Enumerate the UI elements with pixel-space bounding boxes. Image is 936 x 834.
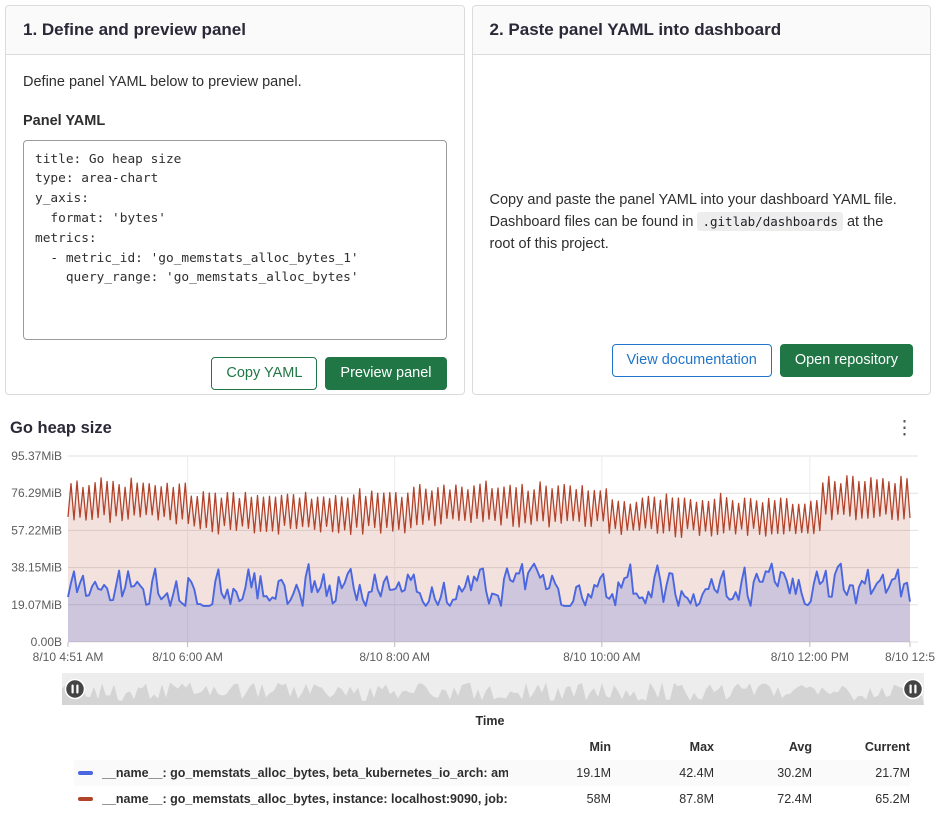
series-current: 65.2M — [812, 792, 910, 806]
define-card-actions: Copy YAML Preview panel — [23, 357, 447, 390]
metrics-panel: Go heap size ⋮ 95.37MiB 76.29MiB 57.22MiB 3… — [0, 417, 936, 812]
series-min: 58M — [508, 792, 611, 806]
copy-yaml-button[interactable]: Copy YAML — [211, 357, 317, 390]
svg-text:8/10 4:51 AM: 8/10 4:51 AM — [33, 650, 104, 664]
svg-text:76.29MiB: 76.29MiB — [11, 486, 62, 500]
brush-handle-icon[interactable] — [904, 680, 923, 699]
svg-text:19.07MiB: 19.07MiB — [11, 598, 62, 612]
legend-col-max: Max — [611, 740, 714, 754]
panel-header: Go heap size ⋮ — [0, 417, 936, 440]
legend-table: Min Max Avg Current __name__: go_memstat… — [74, 736, 910, 812]
define-card-title: 1. Define and preview panel — [23, 20, 447, 40]
series-avg: 72.4M — [714, 792, 812, 806]
paste-card-description: Copy and paste the panel YAML into your … — [490, 190, 910, 255]
define-card-body: Define panel YAML below to preview panel… — [6, 55, 464, 407]
series-label: __name__: go_memstats_alloc_bytes, beta_… — [78, 766, 508, 780]
svg-text:95.37MiB: 95.37MiB — [11, 449, 62, 463]
panel-yaml-label: Panel YAML — [23, 111, 447, 133]
series-swatch-icon — [78, 797, 93, 801]
svg-text:8/10 10:00 AM: 8/10 10:00 AM — [563, 650, 640, 664]
series-swatch-icon — [78, 771, 93, 775]
svg-text:0.00B: 0.00B — [31, 635, 62, 649]
svg-text:8/10 8:00 AM: 8/10 8:00 AM — [359, 650, 430, 664]
series-label: __name__: go_memstats_alloc_bytes, insta… — [78, 792, 508, 806]
panel-yaml-input[interactable]: title: Go heap size type: area-chart y_a… — [23, 140, 447, 340]
brush-handle-icon[interactable] — [66, 680, 85, 699]
svg-text:8/10 6:00 AM: 8/10 6:00 AM — [152, 650, 223, 664]
legend-row-red-series[interactable]: __name__: go_memstats_alloc_bytes, insta… — [74, 786, 910, 812]
panel-title: Go heap size — [10, 419, 112, 438]
area-chart[interactable]: 95.37MiB 76.29MiB 57.22MiB 38.15MiB 19.07MiB… — [0, 444, 930, 668]
legend-col-avg: Avg — [714, 740, 812, 754]
svg-text:8/10 12:5: 8/10 12:5 — [885, 650, 935, 664]
paste-card-body: Copy and paste the panel YAML into your … — [473, 55, 931, 394]
view-documentation-button[interactable]: View documentation — [612, 344, 772, 377]
paste-card-title: 2. Paste panel YAML into dashboard — [490, 20, 914, 40]
dashboards-path-code: .gitlab/dashboards — [697, 212, 842, 231]
legend-col-current: Current — [812, 740, 910, 754]
svg-text:8/10 12:00 PM: 8/10 12:00 PM — [771, 650, 849, 664]
paste-card-header: 2. Paste panel YAML into dashboard — [473, 6, 931, 55]
define-card-header: 1. Define and preview panel — [6, 6, 464, 55]
paste-card-actions: View documentation Open repository — [490, 344, 914, 377]
open-repository-button[interactable]: Open repository — [780, 344, 913, 377]
setup-cards: 1. Define and preview panel Define panel… — [0, 0, 936, 395]
paste-yaml-card: 2. Paste panel YAML into dashboard Copy … — [472, 5, 932, 395]
define-panel-card: 1. Define and preview panel Define panel… — [5, 5, 465, 395]
series-current: 21.7M — [812, 766, 910, 780]
svg-text:38.15MiB: 38.15MiB — [11, 561, 62, 575]
series-max: 42.4M — [611, 766, 714, 780]
svg-text:57.22MiB: 57.22MiB — [11, 523, 62, 537]
preview-panel-button[interactable]: Preview panel — [325, 357, 446, 390]
define-card-description: Define panel YAML below to preview panel… — [23, 72, 447, 94]
legend-header-row: Min Max Avg Current — [74, 736, 910, 760]
series-max: 87.8M — [611, 792, 714, 806]
kebab-menu-icon[interactable]: ⋮ — [889, 417, 920, 440]
series-avg: 30.2M — [714, 766, 812, 780]
chart-zoom-brush[interactable] — [0, 670, 930, 708]
legend-row-blue-series[interactable]: __name__: go_memstats_alloc_bytes, beta_… — [74, 760, 910, 786]
x-axis-title: Time — [68, 714, 912, 728]
legend-col-min: Min — [508, 740, 611, 754]
series-min: 19.1M — [508, 766, 611, 780]
